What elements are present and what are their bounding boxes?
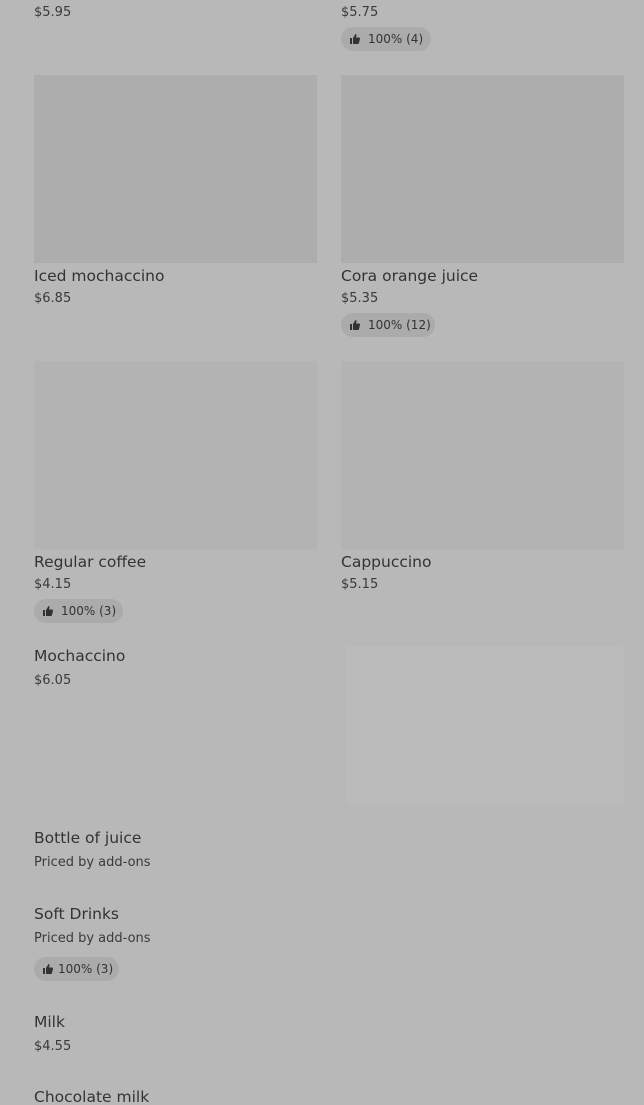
rating-text: 100% (12) — [368, 318, 431, 332]
rating-text: 100% (3) — [58, 962, 114, 976]
thumbs-up-icon — [349, 319, 361, 331]
item-name-mochaccino[interactable]: Mochaccino — [34, 646, 125, 666]
item-price: Priced by add-ons — [34, 855, 151, 870]
item-name-soft-drinks[interactable]: Soft Drinks — [34, 904, 119, 924]
item-image-iced-mochaccino[interactable] — [34, 75, 317, 263]
item-image-cora-orange-juice[interactable] — [341, 75, 624, 263]
rating-badge: 100% (4) — [341, 27, 431, 51]
rating-text: 100% (4) — [368, 32, 424, 46]
item-name-cora-orange-juice[interactable]: Cora orange juice — [341, 266, 478, 286]
item-price: $4.55 — [34, 1039, 72, 1054]
item-image-cappuccino[interactable] — [341, 361, 624, 549]
item-price: $5.35 — [341, 291, 379, 306]
item-price: $5.95 — [34, 5, 72, 20]
item-name-bottle-of-juice[interactable]: Bottle of juice — [34, 828, 141, 848]
item-name-regular-coffee[interactable]: Regular coffee — [34, 552, 146, 572]
item-name-iced-mochaccino[interactable]: Iced mochaccino — [34, 266, 164, 286]
rating-badge: 100% (3) — [34, 957, 119, 981]
item-price: $5.15 — [341, 577, 379, 592]
rating-badge: 100% (12) — [341, 313, 435, 337]
item-price: $5.75 — [341, 5, 379, 20]
item-image-mochaccino[interactable] — [346, 646, 624, 804]
item-name-milk[interactable]: Milk — [34, 1012, 65, 1032]
rating-badge: 100% (3) — [34, 599, 123, 623]
rating-text: 100% (3) — [61, 604, 117, 618]
thumbs-up-icon — [42, 605, 54, 617]
item-price: $6.85 — [34, 291, 72, 306]
item-image-regular-coffee[interactable] — [34, 361, 317, 549]
item-price: $4.15 — [34, 577, 72, 592]
menu-page: $5.95 $5.75 100% (4) Iced mochaccino $6.… — [0, 0, 644, 1105]
item-name-cappuccino[interactable]: Cappuccino — [341, 552, 431, 572]
thumbs-up-icon — [349, 33, 361, 45]
item-price: Priced by add-ons — [34, 931, 151, 946]
item-price: $6.05 — [34, 673, 72, 688]
item-name-chocolate-milk[interactable]: Chocolate milk — [34, 1087, 149, 1105]
thumbs-up-icon — [42, 963, 54, 975]
